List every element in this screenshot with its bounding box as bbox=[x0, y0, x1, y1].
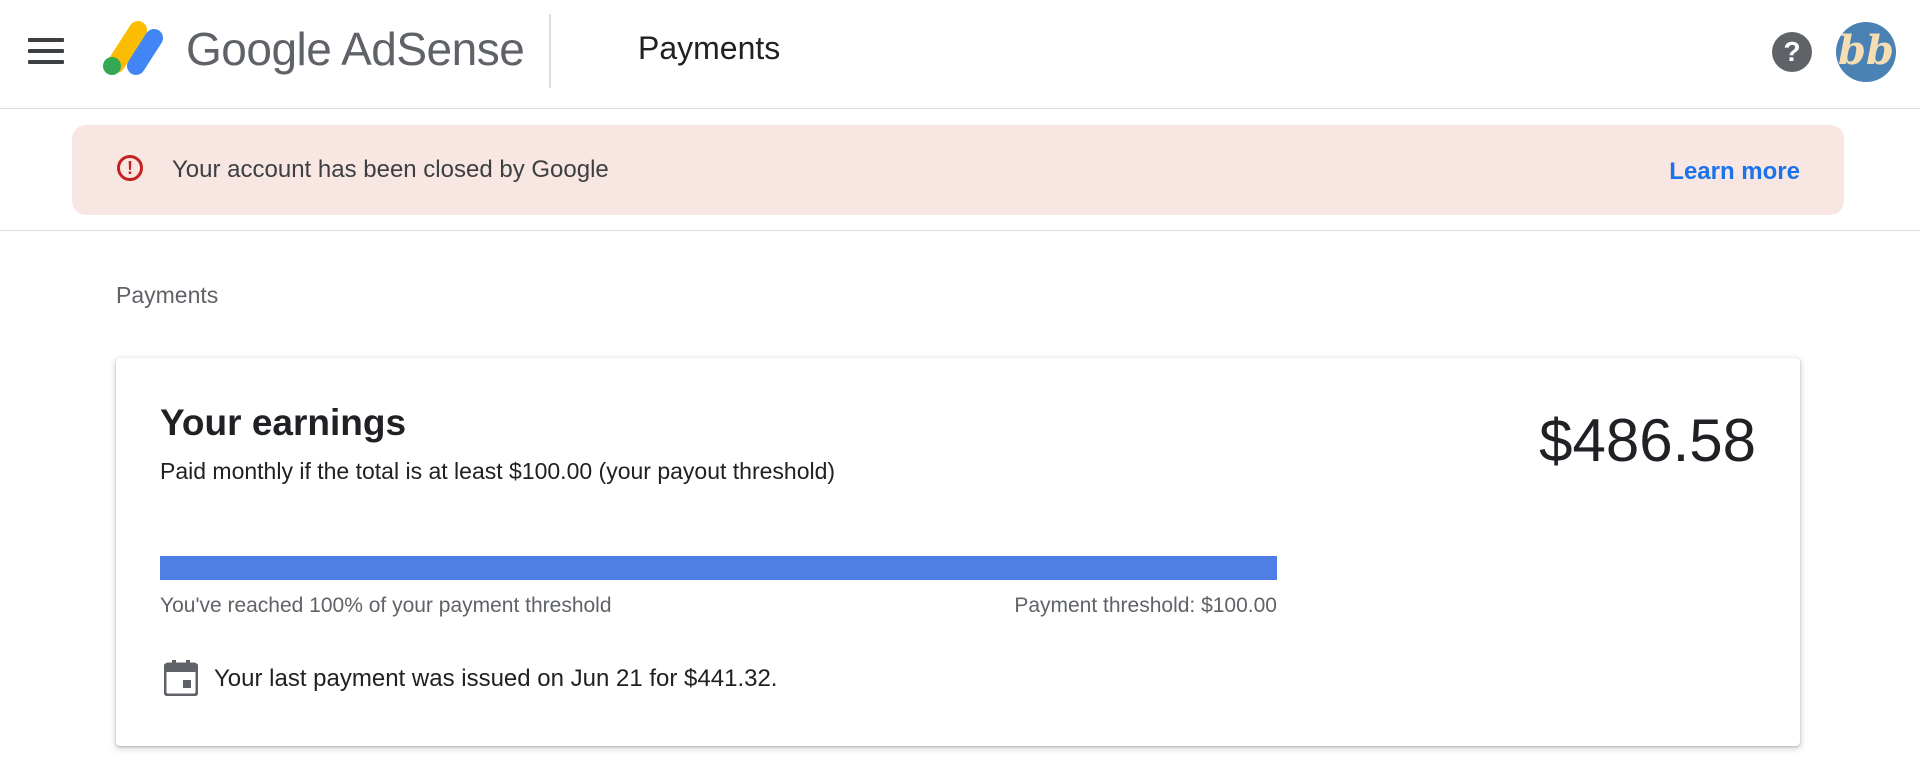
wordmark-google: Google bbox=[186, 23, 332, 75]
alert-circle-icon: ! bbox=[117, 155, 143, 181]
adsense-logo-icon bbox=[103, 21, 163, 75]
breadcrumb: Payments bbox=[116, 282, 219, 308]
banner-message: Your account has been closed by Google bbox=[172, 156, 609, 183]
earnings-amount: $486.58 bbox=[1539, 407, 1756, 474]
help-icon[interactable]: ? bbox=[1772, 32, 1812, 72]
banner-section: ! Your account has been closed by Google… bbox=[0, 109, 1920, 231]
last-payment-text: Your last payment was issued on Jun 21 f… bbox=[214, 665, 778, 692]
payment-threshold-text: Payment threshold: $100.00 bbox=[1014, 594, 1277, 617]
wordmark-adsense: AdSense bbox=[341, 23, 525, 75]
calendar-icon bbox=[164, 660, 198, 696]
account-closed-banner: ! Your account has been closed by Google… bbox=[72, 125, 1844, 215]
product-wordmark: Google AdSense bbox=[186, 22, 525, 76]
page-title: Payments bbox=[638, 30, 781, 66]
header-divider bbox=[549, 14, 551, 88]
avatar[interactable]: bb bbox=[1836, 22, 1896, 82]
earnings-title: Your earnings bbox=[160, 402, 407, 443]
top-app-bar: Google AdSense Payments ? bb bbox=[0, 0, 1920, 109]
earnings-card: Your earnings Paid monthly if the total … bbox=[116, 358, 1800, 746]
learn-more-link[interactable]: Learn more bbox=[1669, 158, 1800, 186]
hamburger-menu-icon[interactable] bbox=[24, 36, 68, 66]
progress-fill bbox=[160, 556, 1277, 580]
payment-threshold-progress-bar bbox=[160, 556, 1277, 580]
earnings-subtitle: Paid monthly if the total is at least $1… bbox=[160, 458, 836, 484]
